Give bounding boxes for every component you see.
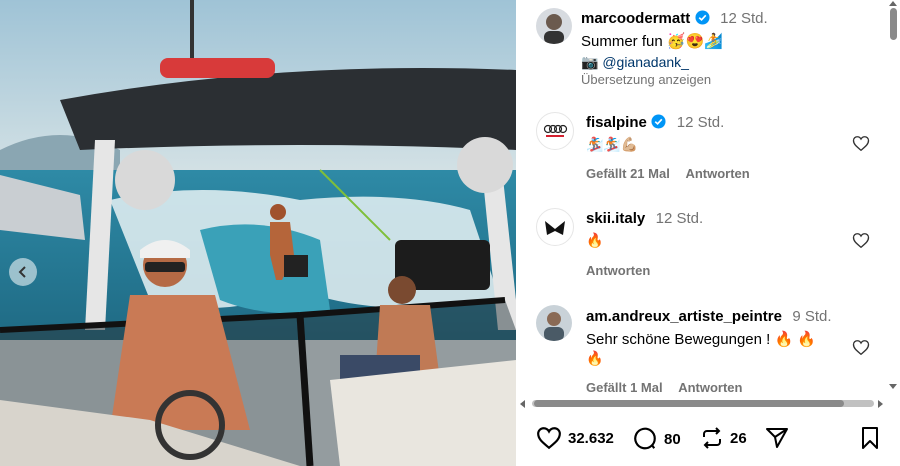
chevron-left-icon — [18, 266, 26, 278]
comment-header: fisalpine 12 Std. — [586, 114, 724, 132]
post-action-bar: 32.632 80 26 — [516, 412, 900, 466]
scrollbar-thumb[interactable] — [890, 8, 897, 40]
scrollbar-thumb[interactable] — [534, 400, 844, 407]
caption-header: marcoodermatt 12 Std. — [581, 10, 768, 28]
reply-button[interactable]: Antworten — [586, 263, 650, 278]
heart-icon[interactable] — [852, 232, 870, 249]
heart-icon — [537, 427, 561, 450]
author-username[interactable]: marcoodermatt — [581, 10, 690, 27]
author-avatar[interactable] — [536, 8, 572, 44]
bookmark-icon — [862, 427, 878, 449]
comments-count: 80 — [664, 430, 681, 448]
scroll-left-arrow-icon[interactable] — [520, 400, 525, 408]
comment-time: 9 Std. — [792, 308, 832, 325]
comment-likes[interactable]: Gefällt 21 Mal — [586, 166, 670, 181]
audi-logo-icon — [543, 124, 568, 137]
comments-panel: marcoodermatt 12 Std. Summer fun 🥳😍🏄 📷 @… — [516, 0, 900, 466]
comment-avatar[interactable] — [536, 208, 574, 246]
horizontal-scrollbar[interactable] — [516, 396, 886, 410]
comment-text: Sehr schöne Bewegungen ! 🔥 🔥 — [586, 331, 816, 348]
repost-icon — [703, 427, 721, 449]
vertical-scrollbar[interactable] — [886, 0, 900, 412]
comment-likes[interactable]: Gefällt 1 Mal — [586, 380, 663, 395]
comment-text: 🏂🏂💪🏼 — [586, 136, 639, 152]
heart-icon[interactable] — [852, 135, 870, 152]
repost-button[interactable]: 26 — [700, 426, 747, 450]
share-button[interactable] — [764, 426, 790, 450]
share-icon — [766, 428, 788, 448]
comment-username[interactable]: fisalpine — [586, 114, 647, 131]
comment-time: 12 Std. — [655, 210, 704, 227]
like-button[interactable]: 32.632 — [536, 426, 614, 450]
likes-count: 32.632 — [568, 429, 614, 447]
comment-avatar[interactable] — [536, 305, 572, 341]
reply-button[interactable]: Antworten — [678, 380, 742, 395]
scroll-down-arrow-icon[interactable] — [889, 384, 897, 389]
heart-icon[interactable] — [852, 339, 870, 356]
verified-icon — [695, 10, 710, 25]
scroll-up-arrow-icon[interactable] — [889, 1, 897, 6]
caption-text: Summer fun 🥳😍🏄 — [581, 33, 723, 50]
comment-meta: Antworten — [586, 263, 650, 278]
post-photo[interactable] — [0, 0, 516, 466]
post-time: 12 Std. — [720, 10, 768, 27]
avatar-image — [544, 312, 564, 341]
comment-header: am.andreux_artiste_peintre 9 Std. — [586, 308, 832, 326]
comment-icon — [634, 427, 656, 450]
previous-image-button[interactable] — [9, 258, 37, 286]
comment-time: 12 Std. — [676, 114, 725, 131]
comment-avatar[interactable] — [536, 112, 574, 150]
comment-meta: Gefällt 21 Mal Antworten — [586, 166, 750, 181]
reposts-count: 26 — [730, 429, 747, 447]
comment-username[interactable]: am.andreux_artiste_peintre — [586, 308, 782, 325]
photo-credit[interactable]: 📷 @gianadank_ — [581, 54, 689, 71]
scroll-right-arrow-icon[interactable] — [878, 400, 883, 408]
avatar-image — [544, 14, 564, 44]
save-button[interactable] — [860, 426, 880, 450]
translate-link[interactable]: Übersetzung anzeigen — [581, 72, 711, 87]
reply-button[interactable]: Antworten — [685, 166, 749, 181]
comment-text: 🔥 — [586, 232, 604, 248]
comment-meta: Gefällt 1 Mal Antworten — [586, 380, 742, 395]
comment-username[interactable]: skii.italy — [586, 210, 645, 227]
verified-icon — [651, 114, 666, 129]
skii-logo-icon — [545, 221, 565, 235]
comment-text-line2: 🔥 — [586, 350, 604, 366]
comment-header: skii.italy 12 Std. — [586, 210, 703, 228]
comment-button[interactable]: 80 — [632, 426, 681, 452]
boat-wakesurf-image — [0, 0, 516, 466]
